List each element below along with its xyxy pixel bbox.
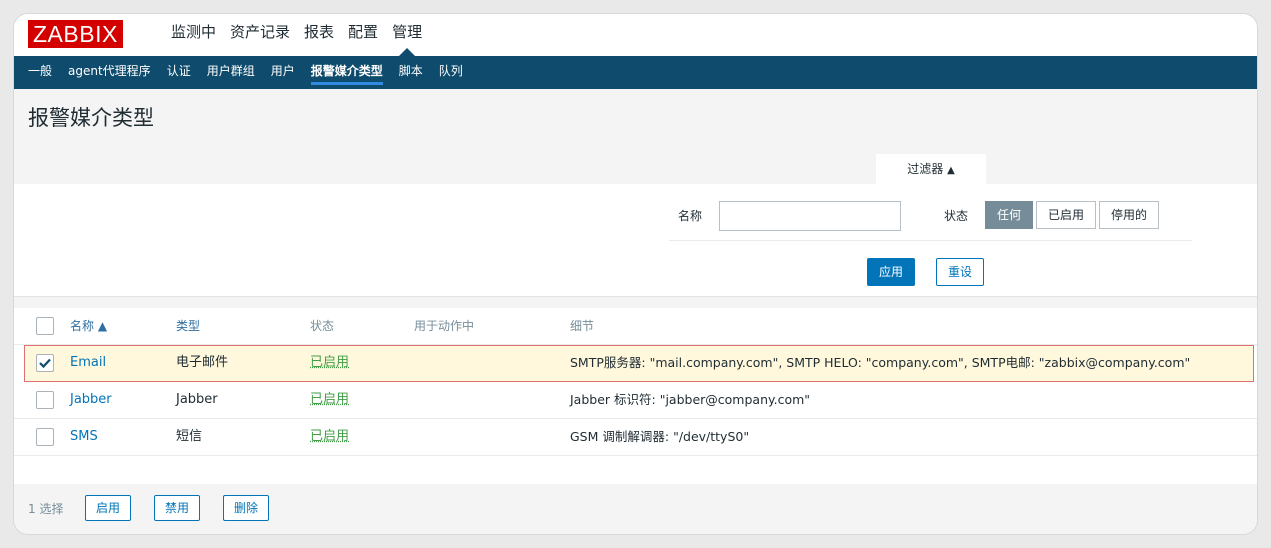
row-checkbox[interactable]: [36, 354, 54, 372]
disable-button[interactable]: 禁用: [154, 495, 201, 521]
filter-panel: 名称 状态 任何 已启用 停用的 应用 重设: [14, 184, 1257, 297]
action-bar: 1 选择 启用 禁用 删除: [14, 484, 1257, 534]
status-toggle-link[interactable]: 已启用: [310, 345, 349, 381]
media-type-cell: 电子邮件: [176, 355, 229, 370]
media-name-link[interactable]: Jabber: [70, 382, 112, 418]
media-name-link[interactable]: SMS: [70, 419, 98, 455]
column-status: 状态: [310, 319, 335, 333]
page-title: 报警媒介类型: [28, 106, 154, 130]
top-navigation: ZABBIX 监测中 资产记录 报表 配置 管理: [14, 14, 1257, 56]
media-name-link[interactable]: Email: [70, 345, 106, 381]
main-menu: 监测中 资产记录 报表 配置 管理: [164, 14, 429, 56]
status-option-disabled[interactable]: 停用的: [1099, 201, 1160, 229]
status-option-any[interactable]: 任何: [985, 201, 1034, 229]
select-all-checkbox[interactable]: [36, 317, 54, 335]
filter-tab[interactable]: 过滤器 ▲: [876, 154, 986, 184]
submenu-authentication[interactable]: 认证: [159, 56, 199, 89]
filter-name-input[interactable]: [719, 201, 901, 231]
checkmark-icon: [39, 358, 51, 369]
column-name[interactable]: 名称 ▲: [70, 308, 107, 344]
filter-name-label: 名称: [678, 209, 703, 223]
column-used-in-actions: 用于动作中: [414, 319, 475, 333]
submenu-queue[interactable]: 队列: [431, 56, 471, 89]
row-checkbox[interactable]: [36, 391, 54, 409]
filter-status-label: 状态: [944, 209, 969, 223]
submenu-proxies[interactable]: agent代理程序: [60, 56, 159, 89]
table-header: 名称 ▲ 类型 状态 用于动作中 细节: [14, 308, 1257, 345]
submenu-users[interactable]: 用户: [263, 56, 303, 89]
row-checkbox[interactable]: [36, 428, 54, 446]
menu-reports[interactable]: 报表: [297, 14, 341, 56]
details-cell: Jabber 标识符: "jabber@company.com": [570, 392, 811, 407]
media-type-cell: Jabber: [176, 392, 218, 407]
enable-button[interactable]: 启用: [85, 495, 132, 521]
submenu-media-types[interactable]: 报警媒介类型: [303, 56, 391, 89]
status-option-enabled[interactable]: 已启用: [1036, 201, 1097, 229]
app-window: ZABBIX 监测中 资产记录 报表 配置 管理 一般 agent代理程序 认证…: [14, 14, 1257, 534]
delete-button[interactable]: 删除: [223, 495, 270, 521]
submenu-user-groups[interactable]: 用户群组: [199, 56, 263, 89]
column-details: 细节: [570, 319, 595, 333]
details-cell: SMTP服务器: "mail.company.com", SMTP HELO: …: [570, 355, 1191, 370]
filter-tab-label: 过滤器: [907, 162, 944, 176]
menu-administration[interactable]: 管理: [385, 14, 429, 56]
status-toggle-link[interactable]: 已启用: [310, 382, 349, 418]
apply-button[interactable]: 应用: [867, 258, 916, 286]
menu-configuration[interactable]: 配置: [341, 14, 385, 56]
selected-count: 1 选择: [28, 502, 64, 516]
status-toggle-link[interactable]: 已启用: [310, 419, 349, 455]
submenu-scripts[interactable]: 脚本: [391, 56, 431, 89]
menu-monitoring[interactable]: 监测中: [164, 14, 223, 56]
sub-navigation: 一般 agent代理程序 认证 用户群组 用户 报警媒介类型 脚本 队列: [14, 56, 1257, 89]
table-row: Email 电子邮件 已启用 SMTP服务器: "mail.company.co…: [24, 345, 1254, 382]
table-row: Jabber Jabber 已启用 Jabber 标识符: "jabber@co…: [14, 382, 1257, 419]
details-cell: GSM 调制解调器: "/dev/ttyS0": [570, 429, 750, 444]
submenu-general[interactable]: 一般: [20, 56, 60, 89]
reset-button[interactable]: 重设: [936, 258, 985, 286]
column-type[interactable]: 类型: [176, 308, 200, 344]
filter-divider: [669, 240, 1192, 241]
menu-inventory[interactable]: 资产记录: [223, 14, 297, 56]
filter-status-segmented: 任何 已启用 停用的: [985, 201, 1162, 229]
media-types-table: 名称 ▲ 类型 状态 用于动作中 细节 Email 电子邮件 已启用 SMTP服…: [14, 308, 1257, 485]
zabbix-logo[interactable]: ZABBIX: [28, 20, 123, 48]
triangle-up-icon: ▲: [947, 165, 955, 176]
media-type-cell: 短信: [176, 429, 203, 444]
table-row: SMS 短信 已启用 GSM 调制解调器: "/dev/ttyS0": [14, 419, 1257, 456]
